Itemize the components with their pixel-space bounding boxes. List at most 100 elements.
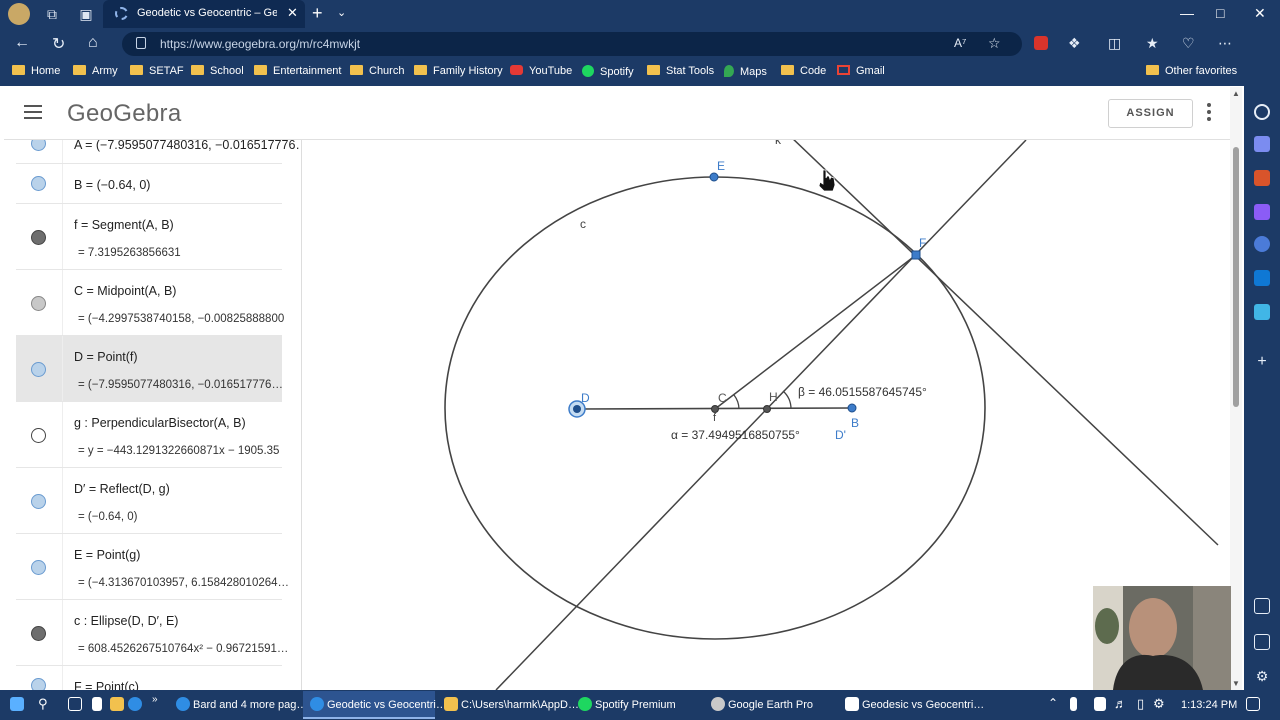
scroll-up-icon[interactable]: ▲ — [1232, 89, 1240, 98]
algebra-definition[interactable]: A = (−7.9595077480316, −0.016517776… — [74, 140, 301, 152]
visibility-toggle-icon[interactable] — [31, 296, 46, 311]
angle-beta-arc[interactable] — [782, 390, 792, 410]
algebra-definition[interactable]: C = Midpoint(A, B) — [74, 284, 176, 298]
bookmark-other-favorites[interactable]: Other favorites — [1146, 65, 1237, 77]
more-options-icon[interactable] — [1207, 103, 1211, 123]
bookmark-stat-tools[interactable]: Stat Tools — [647, 65, 714, 77]
outlook-icon[interactable] — [1254, 270, 1270, 286]
notification-icon[interactable] — [1246, 697, 1260, 711]
point-b[interactable] — [847, 403, 857, 413]
url-field[interactable]: https://www.geogebra.org/m/rc4mwkjt A⁷ ☆ — [122, 32, 1022, 56]
chevron-down-icon[interactable]: ⌄ — [337, 6, 346, 19]
bookmark-youtube[interactable]: YouTube — [510, 65, 572, 77]
split-screen-icon[interactable]: ◫ — [1108, 35, 1121, 52]
extension-icon[interactable] — [1034, 36, 1048, 50]
task-view-icon[interactable] — [68, 697, 82, 711]
back-icon[interactable]: ← — [14, 34, 30, 52]
spotify-icon[interactable] — [578, 697, 592, 711]
folder-icon[interactable] — [444, 697, 458, 711]
network-icon[interactable] — [1094, 697, 1106, 711]
taskbar-item-spotify[interactable]: Spotify Premium — [595, 699, 676, 711]
algebra-definition[interactable]: g : PerpendicularBisector(A, B) — [74, 416, 246, 430]
taskbar-item-explorer[interactable]: C:\Users\harmk\AppD… — [461, 699, 579, 711]
games-icon[interactable] — [1254, 204, 1270, 220]
microphone-icon[interactable] — [1070, 697, 1077, 711]
tab-geogebra[interactable]: Geodetic vs Geocentric – GeoGe ✕ — [103, 0, 305, 28]
visibility-toggle-icon[interactable] — [31, 362, 46, 377]
bookmark-school[interactable]: School — [191, 65, 244, 77]
graphics-view[interactable]: k E c F D C f H B D' β = 46.051558764574… — [303, 140, 1230, 690]
volume-icon[interactable]: ♬ — [1114, 696, 1127, 711]
visibility-toggle-icon[interactable] — [31, 428, 46, 443]
visibility-toggle-icon[interactable] — [31, 176, 46, 191]
taskbar-item-geodesic[interactable]: Geodesic vs Geocentri… — [862, 699, 984, 711]
new-tab-icon[interactable]: + — [312, 3, 323, 24]
visibility-toggle-icon[interactable] — [31, 560, 46, 575]
hamburger-menu-icon[interactable] — [24, 105, 42, 119]
briefcase-icon[interactable] — [1254, 170, 1270, 186]
overflow-icon[interactable]: » — [152, 694, 158, 705]
bookmark-army[interactable]: Army — [73, 65, 118, 77]
minimize-icon[interactable]: — — [1180, 5, 1194, 21]
taskbar-item-bard[interactable]: Bard and 4 more pag… — [193, 699, 307, 711]
close-tab-icon[interactable]: ✕ — [287, 5, 298, 21]
point-e[interactable] — [709, 172, 719, 182]
assign-button[interactable]: ASSIGN — [1108, 99, 1193, 128]
bookmark-church[interactable]: Church — [350, 65, 404, 77]
angle-alpha-arc[interactable] — [733, 394, 740, 410]
bookmark-entertainment[interactable]: Entertainment — [254, 65, 341, 77]
notepad-icon[interactable] — [92, 697, 102, 711]
algebra-row[interactable]: F = Point(c) — [16, 666, 282, 690]
search-icon[interactable]: ⚲ — [38, 696, 48, 712]
tab-actions-icon[interactable]: ▣ — [76, 4, 96, 24]
settings-more-icon[interactable]: ⋯ — [1218, 35, 1232, 52]
gear-icon[interactable]: ⚙ — [1254, 668, 1270, 684]
page-scrollbar[interactable]: ▲ ▼ — [1230, 87, 1242, 690]
visibility-toggle-icon[interactable] — [31, 626, 46, 641]
point-f[interactable] — [911, 250, 921, 260]
point-h[interactable] — [763, 405, 771, 413]
visibility-toggle-icon[interactable] — [31, 230, 46, 245]
search-icon[interactable] — [1254, 104, 1270, 120]
point-d[interactable] — [573, 405, 581, 413]
bookmark-gmail[interactable]: Gmail — [837, 65, 885, 77]
windows-start-icon[interactable] — [10, 697, 24, 711]
maximize-icon[interactable]: □ — [1216, 5, 1224, 21]
bookmark-spotify[interactable]: Spotify — [582, 65, 634, 78]
favorite-star-icon[interactable]: ☆ — [988, 35, 1001, 52]
add-icon[interactable]: + — [1254, 354, 1270, 370]
read-aloud-icon[interactable]: A⁷ — [954, 36, 966, 50]
algebra-row[interactable]: A = (−7.9595077480316, −0.016517776… — [16, 140, 301, 164]
algebra-row[interactable]: D′ = Reflect(D, g) = (−0.64, 0) — [16, 468, 282, 534]
scroll-down-icon[interactable]: ▼ — [1232, 679, 1240, 688]
algebra-definition[interactable]: F = Point(c) — [74, 680, 139, 690]
close-window-icon[interactable]: ✕ — [1254, 5, 1266, 22]
copilot-sidebar-icon[interactable] — [1254, 236, 1270, 252]
algebra-row[interactable]: C = Midpoint(A, B) = (−4.2997538740158, −… — [16, 270, 284, 336]
profile-avatar[interactable] — [8, 3, 30, 25]
file-explorer-icon[interactable] — [110, 697, 124, 711]
browser-essentials-icon[interactable]: ♡ — [1182, 35, 1195, 52]
geometry-drawing[interactable]: k E c F D C f H B D' β = 46.051558764574… — [303, 140, 1230, 690]
algebra-row[interactable]: B = (−0.64, 0) — [16, 164, 282, 204]
edge-window-icon[interactable] — [176, 697, 190, 711]
gear-icon[interactable]: ⚙ — [1153, 696, 1165, 712]
algebra-definition[interactable]: B = (−0.64, 0) — [74, 178, 150, 192]
bookmark-family-history[interactable]: Family History — [414, 65, 503, 77]
edge-window-icon[interactable] — [310, 697, 324, 711]
algebra-definition[interactable]: f = Segment(A, B) — [74, 218, 174, 232]
app-window-icon[interactable] — [845, 697, 859, 711]
algebra-row[interactable]: c : Ellipse(D, D′, E) = 608.4526267510764… — [16, 600, 288, 666]
algebra-definition[interactable]: D = Point(f) — [74, 350, 138, 364]
line-k[interactable] — [790, 140, 1219, 546]
workspaces-icon[interactable]: ⧉ — [42, 4, 62, 24]
send-icon[interactable] — [1254, 304, 1270, 320]
visibility-toggle-icon[interactable] — [31, 494, 46, 509]
tag-icon[interactable] — [1254, 136, 1270, 152]
screenshot-icon[interactable] — [1254, 598, 1270, 614]
taskbar-item-google-earth[interactable]: Google Earth Pro — [728, 699, 813, 711]
algebra-row[interactable]: E = Point(g) = (−4.313670103957, 6.158428… — [16, 534, 289, 600]
sidebar-toggle-icon[interactable] — [1254, 634, 1270, 650]
algebra-definition[interactable]: c : Ellipse(D, D′, E) — [74, 614, 178, 628]
edge-icon[interactable] — [128, 697, 142, 711]
